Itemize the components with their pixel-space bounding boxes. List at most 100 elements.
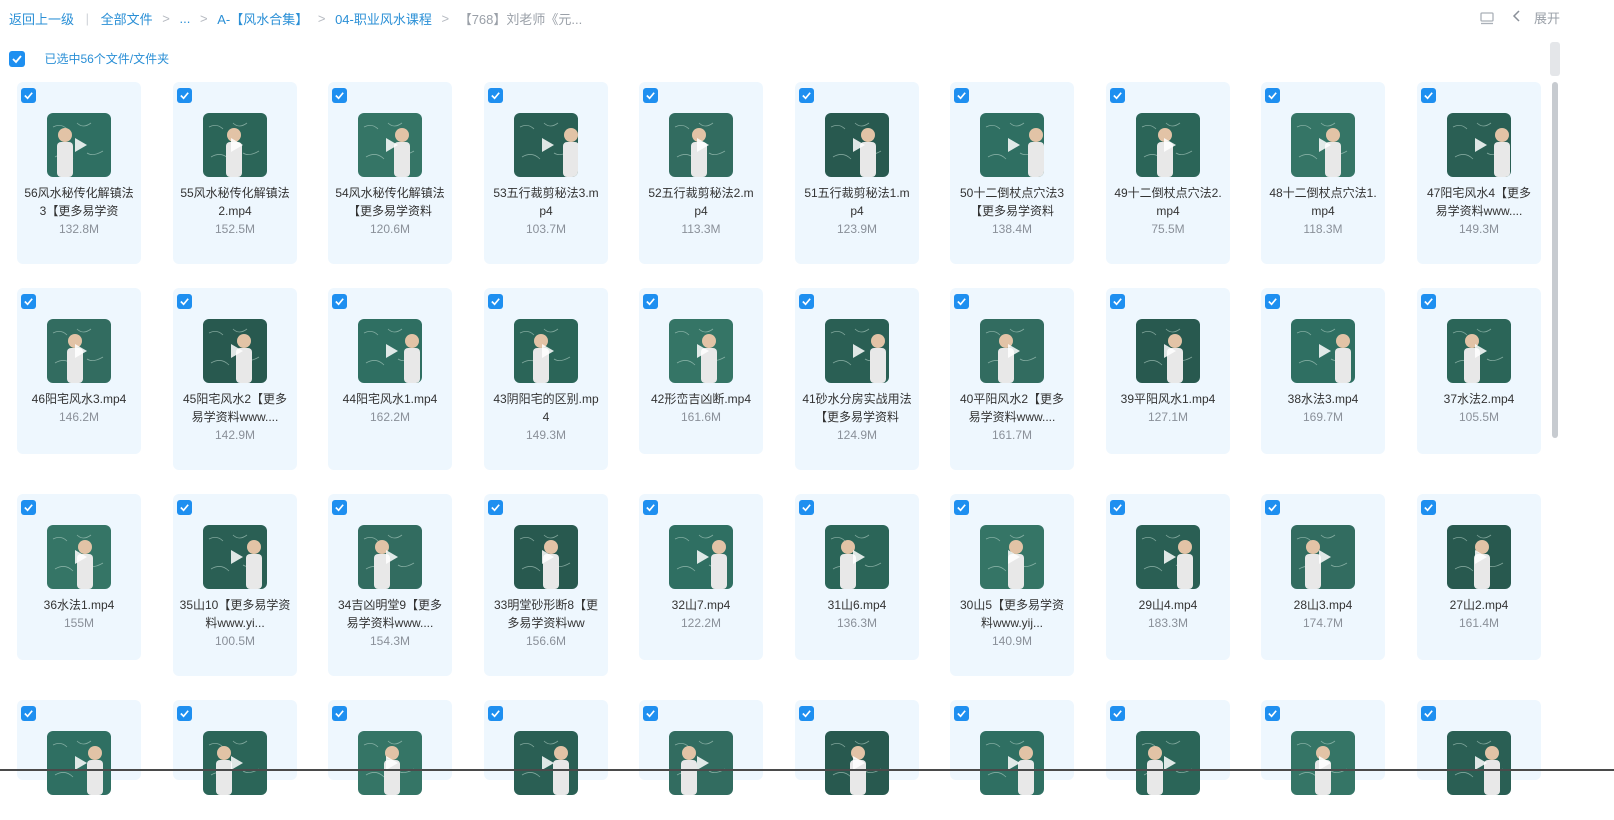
file-checkbox[interactable] (332, 88, 347, 103)
file-card[interactable]: 38水法3.mp4 169.7M (1261, 288, 1385, 454)
file-card[interactable] (1417, 700, 1541, 795)
file-card[interactable]: 34吉凶明堂9【更多易学资料www.... 154.3M (328, 494, 452, 676)
video-thumbnail[interactable] (1447, 525, 1511, 589)
breadcrumb-level1[interactable]: A-【风水合集】 (217, 9, 308, 28)
file-checkbox[interactable] (1421, 88, 1436, 103)
file-checkbox[interactable] (643, 706, 658, 721)
file-checkbox[interactable] (799, 294, 814, 309)
video-thumbnail[interactable] (47, 731, 111, 795)
file-checkbox[interactable] (643, 500, 658, 515)
video-thumbnail[interactable] (1291, 731, 1355, 795)
file-card[interactable]: 31山6.mp4 136.3M (795, 494, 919, 660)
video-thumbnail[interactable] (1291, 319, 1355, 383)
video-thumbnail[interactable] (203, 113, 267, 177)
video-thumbnail[interactable] (358, 731, 422, 795)
video-thumbnail[interactable] (825, 731, 889, 795)
video-thumbnail[interactable] (358, 319, 422, 383)
video-thumbnail[interactable] (203, 731, 267, 795)
video-thumbnail[interactable] (825, 319, 889, 383)
video-thumbnail[interactable] (980, 525, 1044, 589)
file-card[interactable]: 36水法1.mp4 155M (17, 494, 141, 660)
file-checkbox[interactable] (1265, 706, 1280, 721)
expand-label[interactable]: 展开 (1534, 8, 1560, 27)
file-card[interactable] (173, 700, 297, 795)
file-checkbox[interactable] (488, 500, 503, 515)
file-card[interactable]: 55风水秘传化解镇法2.mp4 152.5M (173, 82, 297, 264)
file-card[interactable]: 45阳宅风水2【更多易学资料www.... 142.9M (173, 288, 297, 470)
file-card[interactable]: 33明堂砂形断8【更多易学资料ww 156.6M (484, 494, 608, 676)
file-checkbox[interactable] (332, 500, 347, 515)
file-card[interactable]: 43阴阳宅的区别.mp4 149.3M (484, 288, 608, 470)
video-thumbnail[interactable] (669, 113, 733, 177)
video-thumbnail[interactable] (47, 525, 111, 589)
file-checkbox[interactable] (1265, 88, 1280, 103)
video-thumbnail[interactable] (1447, 319, 1511, 383)
video-thumbnail[interactable] (358, 525, 422, 589)
scrollbar-thumb[interactable] (1552, 82, 1558, 438)
file-checkbox[interactable] (332, 294, 347, 309)
back-link[interactable]: 返回上一级 (9, 9, 74, 28)
panel-icon[interactable] (1479, 10, 1495, 26)
video-thumbnail[interactable] (1136, 525, 1200, 589)
file-checkbox[interactable] (332, 706, 347, 721)
breadcrumb-level2[interactable]: 04-职业风水课程 (335, 9, 432, 28)
file-checkbox[interactable] (954, 500, 969, 515)
file-card[interactable]: 37水法2.mp4 105.5M (1417, 288, 1541, 454)
video-thumbnail[interactable] (1291, 113, 1355, 177)
video-thumbnail[interactable] (47, 113, 111, 177)
video-thumbnail[interactable] (203, 319, 267, 383)
file-checkbox[interactable] (21, 706, 36, 721)
file-checkbox[interactable] (1421, 500, 1436, 515)
chevron-left-icon[interactable] (1512, 10, 1522, 25)
file-checkbox[interactable] (177, 706, 192, 721)
file-card[interactable] (795, 700, 919, 795)
file-checkbox[interactable] (177, 294, 192, 309)
file-checkbox[interactable] (643, 88, 658, 103)
file-card[interactable] (484, 700, 608, 795)
file-card[interactable] (950, 700, 1074, 795)
file-checkbox[interactable] (799, 706, 814, 721)
file-card[interactable]: 39平阳风水1.mp4 127.1M (1106, 288, 1230, 454)
video-thumbnail[interactable] (1136, 113, 1200, 177)
file-checkbox[interactable] (1110, 500, 1125, 515)
video-thumbnail[interactable] (514, 113, 578, 177)
file-card[interactable]: 53五行裁剪秘法3.mp4 103.7M (484, 82, 608, 264)
file-card[interactable]: 32山7.mp4 122.2M (639, 494, 763, 660)
file-checkbox[interactable] (954, 88, 969, 103)
video-thumbnail[interactable] (1447, 113, 1511, 177)
video-thumbnail[interactable] (669, 319, 733, 383)
file-card[interactable]: 30山5【更多易学资料www.yij... 140.9M (950, 494, 1074, 676)
video-thumbnail[interactable] (669, 731, 733, 795)
file-checkbox[interactable] (954, 294, 969, 309)
file-checkbox[interactable] (1110, 706, 1125, 721)
video-thumbnail[interactable] (980, 113, 1044, 177)
file-checkbox[interactable] (21, 294, 36, 309)
file-card[interactable]: 44阳宅风水1.mp4 162.2M (328, 288, 452, 470)
file-card[interactable]: 50十二倒杖点穴法3【更多易学资料 138.4M (950, 82, 1074, 264)
file-checkbox[interactable] (1110, 88, 1125, 103)
file-checkbox[interactable] (21, 500, 36, 515)
file-card[interactable] (1261, 700, 1385, 795)
select-all-checkbox[interactable] (9, 50, 25, 67)
video-thumbnail[interactable] (825, 113, 889, 177)
file-checkbox[interactable] (177, 88, 192, 103)
video-thumbnail[interactable] (514, 731, 578, 795)
file-checkbox[interactable] (1421, 294, 1436, 309)
expand-control[interactable]: 展开 (1479, 8, 1560, 27)
file-checkbox[interactable] (488, 88, 503, 103)
file-card[interactable]: 49十二倒杖点穴法2.mp4 75.5M (1106, 82, 1230, 264)
video-thumbnail[interactable] (47, 319, 111, 383)
breadcrumb-all-files[interactable]: 全部文件 (101, 9, 153, 28)
file-card[interactable] (17, 700, 141, 795)
file-card[interactable]: 51五行裁剪秘法1.mp4 123.9M (795, 82, 919, 264)
video-thumbnail[interactable] (1447, 731, 1511, 795)
file-card[interactable]: 47阳宅风水4【更多易学资料www.... 149.3M (1417, 82, 1541, 264)
file-checkbox[interactable] (799, 500, 814, 515)
file-card[interactable] (328, 700, 452, 795)
breadcrumb-ellipsis[interactable]: ... (180, 11, 191, 26)
file-checkbox[interactable] (177, 500, 192, 515)
file-card[interactable]: 56风水秘传化解镇法3【更多易学资 132.8M (17, 82, 141, 264)
video-thumbnail[interactable] (203, 525, 267, 589)
file-checkbox[interactable] (799, 88, 814, 103)
video-thumbnail[interactable] (514, 525, 578, 589)
